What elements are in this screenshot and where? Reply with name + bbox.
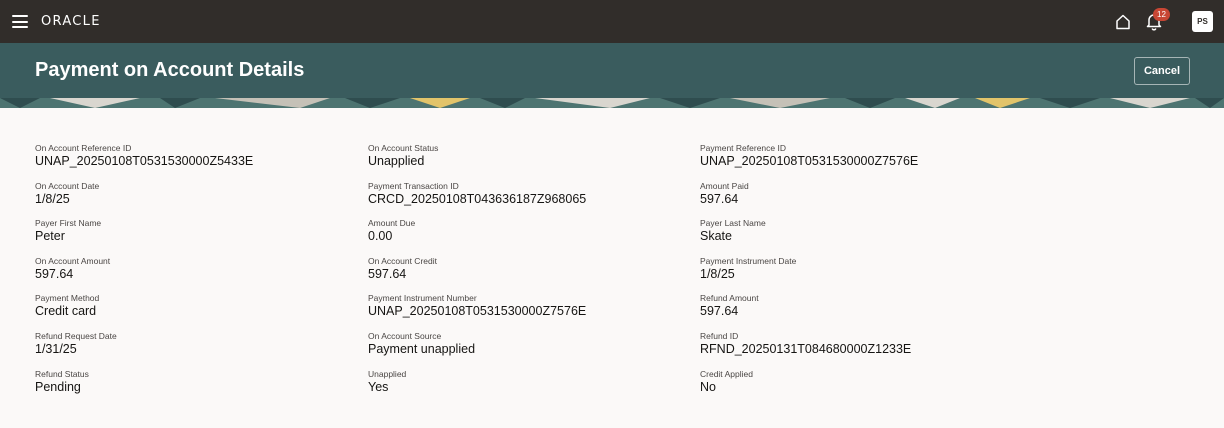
field-value: No — [700, 379, 716, 394]
field-label: On Account Amount — [35, 255, 111, 266]
details-column-3: Payment Reference ID UNAP_20250108T05315… — [700, 143, 1000, 406]
field-value: 1/31/25 — [35, 341, 77, 356]
field-payment-method: Payment Method Credit card — [35, 293, 335, 331]
field-on-account-credit: On Account Credit 597.64 — [368, 256, 668, 294]
field-label: Refund Status — [35, 368, 89, 379]
decorative-pattern — [0, 98, 1224, 108]
field-value: Credit card — [35, 304, 97, 319]
field-value: Skate — [700, 229, 732, 244]
field-value: Pending — [35, 379, 81, 394]
field-value: 597.64 — [35, 266, 74, 281]
user-avatar[interactable]: PS — [1192, 11, 1213, 32]
field-on-account-status: On Account Status Unapplied — [368, 143, 668, 181]
top-navigation-bar: ORACLE 12 PS — [0, 0, 1224, 43]
field-value: RFND_20250131T084680000Z1233E — [700, 341, 912, 356]
details-column-2: On Account Status Unapplied Payment Tran… — [368, 143, 668, 406]
field-value: 597.64 — [368, 266, 407, 281]
field-label: Payer Last Name — [700, 218, 766, 229]
field-label: Payment Transaction ID — [368, 180, 459, 191]
field-on-account-amount: On Account Amount 597.64 — [35, 256, 335, 294]
details-column-1: On Account Reference ID UNAP_20250108T05… — [35, 143, 335, 406]
oracle-logo[interactable]: ORACLE — [41, 14, 101, 29]
field-payment-reference-id: Payment Reference ID UNAP_20250108T05315… — [700, 143, 1000, 181]
field-on-account-date: On Account Date 1/8/25 — [35, 181, 335, 219]
page-title: Payment on Account Details — [35, 59, 305, 81]
field-label: Payer First Name — [35, 218, 102, 229]
field-value: UNAP_20250108T0531530000Z7576E — [700, 154, 919, 168]
field-amount-paid: Amount Paid 597.64 — [700, 181, 1000, 219]
field-label: On Account Source — [368, 330, 442, 341]
field-payment-transaction-id: Payment Transaction ID CRCD_20250108T043… — [368, 181, 668, 219]
field-on-account-reference-id: On Account Reference ID UNAP_20250108T05… — [35, 143, 335, 181]
hamburger-menu-icon[interactable] — [12, 15, 28, 28]
field-value: 597.64 — [700, 304, 739, 319]
field-refund-amount: Refund Amount 597.64 — [700, 293, 1000, 331]
field-value: Yes — [368, 379, 389, 394]
field-label: Unapplied — [368, 368, 407, 379]
home-icon[interactable] — [1113, 12, 1133, 32]
field-label: Amount Due — [368, 218, 416, 229]
field-value: 0.00 — [368, 229, 393, 244]
page-header: Payment on Account Details Cancel — [0, 43, 1224, 108]
field-label: Refund ID — [700, 330, 739, 341]
field-label: Credit Applied — [700, 368, 753, 379]
field-value: Payment unapplied — [368, 341, 476, 356]
field-payment-instrument-number: Payment Instrument Number UNAP_20250108T… — [368, 293, 668, 331]
field-payer-last-name: Payer Last Name Skate — [700, 218, 1000, 256]
field-label: Payment Instrument Date — [700, 255, 797, 266]
field-refund-request-date: Refund Request Date 1/31/25 — [35, 331, 335, 369]
field-label: Payment Method — [35, 293, 100, 304]
field-value: CRCD_20250108T043636187Z968065 — [368, 191, 587, 206]
notifications-button[interactable]: 12 — [1143, 8, 1170, 34]
field-value: Unapplied — [368, 154, 425, 168]
field-label: Refund Request Date — [35, 330, 117, 341]
field-unapplied: Unapplied Yes — [368, 369, 668, 407]
field-label: On Account Status — [368, 143, 439, 153]
field-value: 1/8/25 — [700, 266, 735, 281]
cancel-button[interactable]: Cancel — [1134, 57, 1190, 85]
field-payment-instrument-date: Payment Instrument Date 1/8/25 — [700, 256, 1000, 294]
details-panel: On Account Reference ID UNAP_20250108T05… — [0, 108, 1224, 394]
field-value: UNAP_20250108T0531530000Z7576E — [368, 304, 587, 319]
field-value: Peter — [35, 229, 65, 244]
field-on-account-source: On Account Source Payment unapplied — [368, 331, 668, 369]
field-label: On Account Date — [35, 180, 100, 191]
field-refund-status: Refund Status Pending — [35, 369, 335, 407]
field-label: On Account Credit — [368, 255, 437, 266]
field-label: On Account Reference ID — [35, 143, 132, 153]
field-value: UNAP_20250108T0531530000Z5433E — [35, 154, 254, 168]
field-refund-id: Refund ID RFND_20250131T084680000Z1233E — [700, 331, 1000, 369]
field-amount-due: Amount Due 0.00 — [368, 218, 668, 256]
field-value: 1/8/25 — [35, 191, 70, 206]
field-label: Refund Amount — [700, 293, 759, 304]
field-value: 597.64 — [700, 191, 739, 206]
field-label: Payment Reference ID — [700, 143, 786, 153]
field-payer-first-name: Payer First Name Peter — [35, 218, 335, 256]
field-label: Amount Paid — [700, 180, 749, 191]
notification-count-badge: 12 — [1153, 8, 1170, 21]
field-credit-applied: Credit Applied No — [700, 369, 1000, 407]
field-label: Payment Instrument Number — [368, 293, 477, 304]
